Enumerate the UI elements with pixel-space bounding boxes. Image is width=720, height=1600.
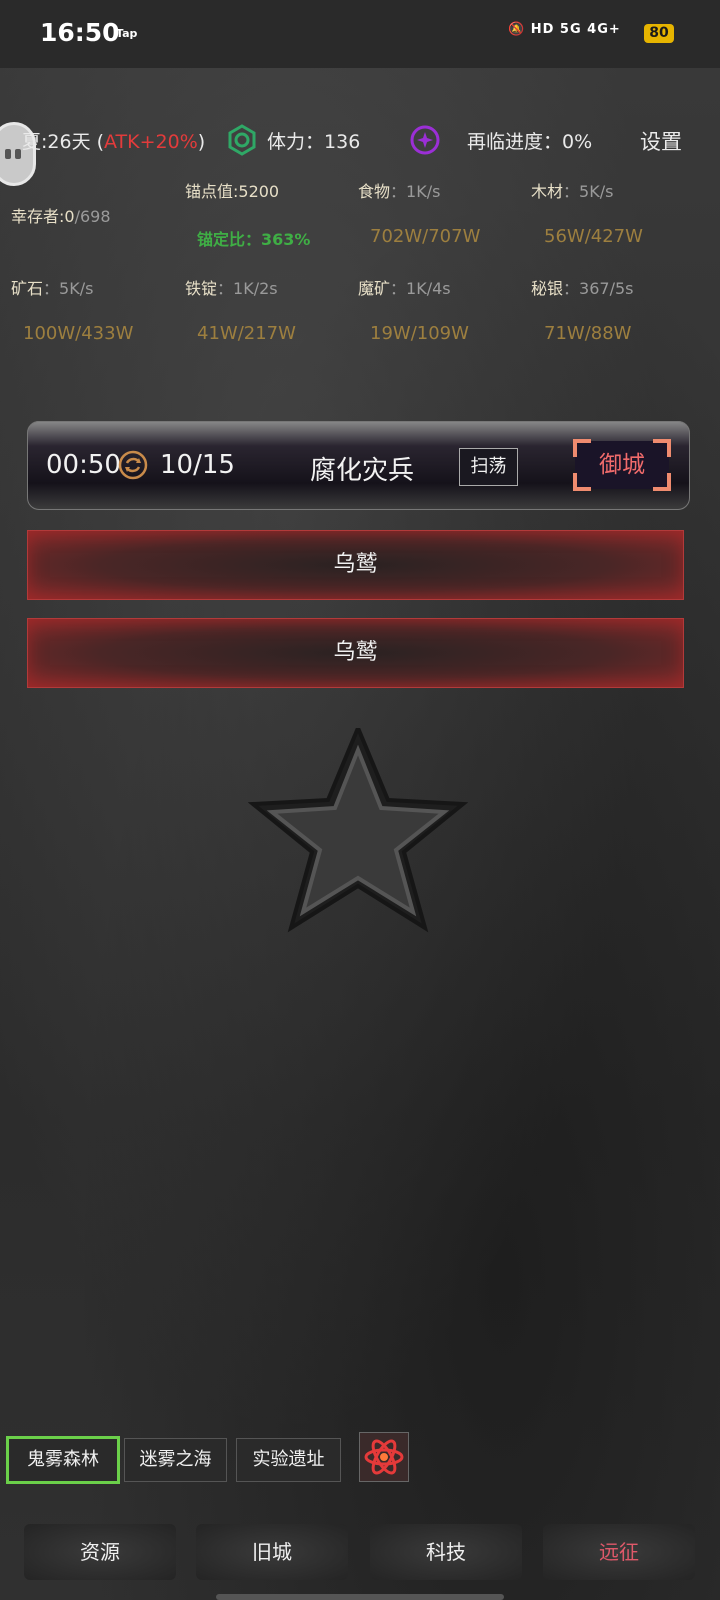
atom-icon bbox=[364, 1439, 404, 1475]
enemy-slot-label: 乌鹫 bbox=[333, 552, 378, 577]
tab-misty-sea[interactable]: 迷雾之海 bbox=[124, 1438, 227, 1482]
stamina: 体力：136 bbox=[267, 131, 361, 153]
atk-bonus: ATK+20% bbox=[104, 131, 198, 153]
nav-expedition[interactable]: 远征 bbox=[543, 1524, 695, 1580]
battery-indicator: 80 bbox=[644, 24, 674, 43]
battle-count: 10/15 bbox=[160, 450, 235, 480]
nav-old-city[interactable]: 旧城 bbox=[196, 1524, 348, 1580]
resource-food-amount: 702W/707W bbox=[370, 226, 481, 247]
tab-lab-ruins[interactable]: 实验遗址 bbox=[236, 1438, 341, 1482]
resource-ingot-amount: 41W/217W bbox=[197, 323, 296, 344]
special-event-button[interactable] bbox=[359, 1432, 409, 1482]
tab-ghost-fog-forest[interactable]: 鬼雾森林 bbox=[6, 1436, 120, 1484]
status-time: 16:50 bbox=[40, 18, 120, 47]
anchor-value: 锚点值:5200 bbox=[185, 182, 280, 201]
revisit-progress: 再临进度：0% bbox=[467, 131, 593, 153]
nav-technology[interactable]: 科技 bbox=[370, 1524, 522, 1580]
resource-magic-ore-amount: 19W/109W bbox=[370, 323, 469, 344]
resource-food: 食物：1K/s bbox=[358, 182, 441, 201]
resource-mithril: 秘银：367/5s bbox=[531, 279, 634, 298]
resource-ore: 矿石：5K/s bbox=[11, 279, 94, 298]
settings-button[interactable]: 设置 bbox=[640, 126, 682, 156]
sweep-button[interactable]: 扫荡 bbox=[459, 448, 518, 486]
nav-resources[interactable]: 资源 bbox=[24, 1524, 176, 1580]
revisit-icon bbox=[410, 125, 440, 155]
status-tap-label: Tap bbox=[116, 27, 138, 40]
star-emblem-icon bbox=[248, 728, 468, 933]
resource-magic-ore: 魔矿：1K/4s bbox=[358, 279, 451, 298]
battle-timer: 00:50 bbox=[46, 450, 121, 480]
resource-ingot: 铁锭：1K/2s bbox=[185, 279, 278, 298]
resource-mithril-amount: 71W/88W bbox=[544, 323, 632, 344]
defend-city-button[interactable]: 御城 bbox=[573, 439, 671, 491]
anchor-ratio: 锚定比：363% bbox=[197, 230, 311, 249]
enemy-slot-label: 乌鹫 bbox=[333, 640, 378, 665]
enemy-slot[interactable]: 乌鹫 bbox=[27, 618, 684, 688]
resource-wood-amount: 56W/427W bbox=[544, 226, 643, 247]
stamina-icon bbox=[228, 124, 256, 156]
refresh-icon[interactable] bbox=[118, 450, 148, 480]
resource-ore-amount: 100W/433W bbox=[23, 323, 134, 344]
season-info: 夏:26天 (ATK+20%) bbox=[22, 131, 206, 153]
survivors: 幸存者:0/698 bbox=[11, 207, 111, 226]
status-signal-icons: 🔕 HD 5G 4G+ bbox=[508, 22, 621, 37]
home-indicator[interactable] bbox=[216, 1594, 504, 1600]
resource-wood: 木材：5K/s bbox=[531, 182, 614, 201]
enemy-slot[interactable]: 乌鹫 bbox=[27, 530, 684, 600]
enemy-name: 腐化灾兵 bbox=[310, 456, 415, 486]
